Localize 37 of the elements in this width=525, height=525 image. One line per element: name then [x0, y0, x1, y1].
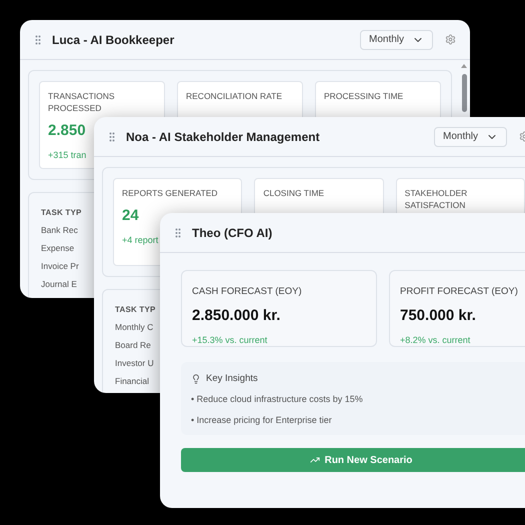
period-select[interactable]: Monthly — [360, 30, 433, 50]
metric-label: REPORTS GENERATED — [122, 187, 218, 199]
forecast-change: +8.2% vs. current — [400, 334, 470, 347]
forecast-value: 750.000 kr. — [400, 306, 476, 326]
forecast-value: 2.850.000 kr. — [192, 306, 280, 326]
insights-title: Key Insights — [206, 372, 258, 386]
metric-label: TRANSACTIONS PROCESSED — [48, 90, 116, 114]
metric-label: RECONCILIATION RATE — [186, 90, 282, 102]
metric-value: 2.850 — [48, 121, 86, 141]
insight-item: • Increase pricing for Enterprise tier — [191, 414, 332, 427]
settings-icon[interactable] — [445, 34, 456, 45]
forecast-label: CASH FORECAST (EOY) — [192, 285, 302, 299]
metric-change: +4 report — [122, 234, 158, 247]
metric-label: PROCESSING TIME — [324, 90, 404, 102]
metric-value: 24 — [122, 206, 139, 226]
forecast-change: +15.3% vs. current — [192, 334, 268, 347]
forecast-label: PROFIT FORECAST (EOY) — [400, 285, 518, 299]
window-title: Noa - AI Stakeholder Management — [126, 128, 320, 146]
metric-label: CLOSING TIME — [263, 187, 324, 199]
window-title: Theo (CFO AI) — [192, 224, 272, 242]
lightbulb-icon — [191, 374, 201, 384]
task-type: Bank Rec — [41, 224, 78, 237]
section-heading: TASK TYP — [41, 207, 82, 219]
task-type: Monthly C — [115, 321, 154, 334]
task-type: Investor U — [115, 357, 154, 370]
window-title: Luca - AI Bookkeeper — [52, 32, 174, 48]
task-type: Financial — [115, 375, 150, 388]
metric-label: STAKEHOLDER SATISFACTION — [404, 187, 468, 211]
task-type: Expense — [41, 242, 74, 255]
task-type: Invoice Pr — [41, 260, 79, 273]
insight-item: • Reduce cloud infrastructure costs by 15% — [191, 393, 363, 406]
task-type: Journal E — [41, 278, 77, 291]
period-select[interactable]: Monthly — [434, 126, 507, 146]
task-type: Board Re — [115, 339, 151, 352]
section-heading: TASK TYP — [115, 304, 156, 316]
trend-icon — [310, 455, 320, 465]
metric-change: +315 tran — [48, 148, 86, 162]
